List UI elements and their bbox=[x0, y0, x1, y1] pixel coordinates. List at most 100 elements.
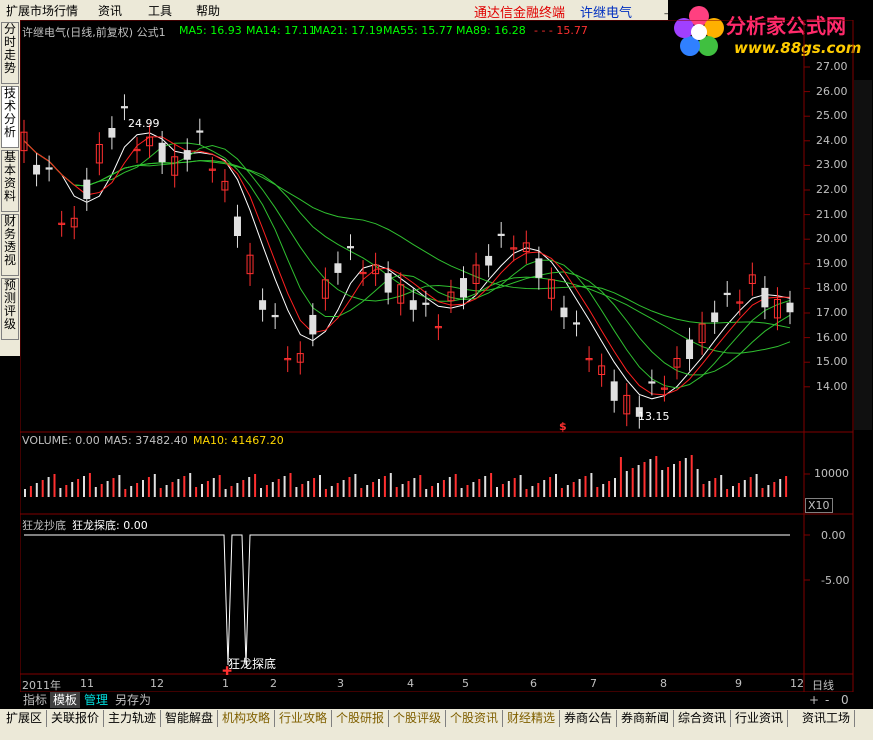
tab-technical[interactable]: 技术分析 bbox=[1, 86, 19, 148]
candlestick bbox=[623, 383, 631, 427]
tab-template[interactable]: 模板 bbox=[50, 692, 81, 708]
volume-bar bbox=[614, 478, 616, 497]
ma89-label: MA89: 16.28 bbox=[456, 24, 526, 37]
volume-bar bbox=[448, 477, 451, 497]
volume-bar bbox=[454, 474, 457, 497]
menu-news[interactable]: 资讯 bbox=[98, 2, 122, 19]
volume-bar bbox=[696, 469, 699, 497]
candlestick bbox=[485, 244, 493, 278]
bottom-nav-item[interactable]: 个股资讯 bbox=[446, 710, 504, 727]
price-axis-tick: 26.00 bbox=[816, 84, 848, 98]
candlestick bbox=[736, 289, 744, 316]
right-scrollbar[interactable] bbox=[854, 80, 872, 430]
volume-unit-badge: X10 bbox=[805, 498, 833, 513]
volume-bar bbox=[236, 483, 239, 497]
candlestick bbox=[246, 242, 254, 286]
bottom-nav-item[interactable]: 关联报价 bbox=[47, 710, 105, 727]
volume-bar bbox=[572, 482, 575, 497]
volume-bar bbox=[673, 464, 675, 497]
indicator-tab-bar: 指标 模板 管理 另存为 + - 0 bbox=[0, 692, 873, 709]
bottom-nav-item[interactable]: 行业资讯 bbox=[731, 710, 789, 727]
volume-bar bbox=[678, 461, 681, 497]
volume-bar bbox=[525, 489, 528, 497]
tab-save-as[interactable]: 另存为 bbox=[112, 692, 154, 708]
menu-extended-market[interactable]: 扩展市场行情 bbox=[6, 2, 78, 19]
volume-bar bbox=[124, 489, 127, 497]
tab-technical-label: 技术分析 bbox=[3, 86, 16, 139]
volume-bar bbox=[566, 485, 569, 497]
bottom-nav-item[interactable]: 扩展区 bbox=[2, 710, 48, 727]
bottom-nav-item[interactable]: 财经精选 bbox=[503, 710, 561, 727]
bottom-nav-item[interactable]: 个股评级 bbox=[389, 710, 447, 727]
tab-financials[interactable]: 财务透视 bbox=[1, 214, 19, 276]
volume-bar bbox=[289, 473, 292, 497]
volume-bar bbox=[242, 480, 245, 497]
bottom-nav-item[interactable]: 券商公告 bbox=[560, 710, 618, 727]
bottom-nav-item[interactable]: 行业攻略 bbox=[275, 710, 333, 727]
bottom-nav-bar: 扩展区 关联报价 主力轨迹 智能解盘 机构攻略 行业攻略 个股研报 个股评级 个股资讯 财经精选券… bbox=[0, 709, 873, 728]
indicator-axis-tick-neg5: -5.00 bbox=[821, 574, 850, 587]
bottom-nav-item[interactable]: 智能解盘 bbox=[161, 710, 219, 727]
tab-financials-label: 财务透视 bbox=[3, 214, 16, 267]
volume-bar bbox=[106, 481, 109, 497]
tab-manage[interactable]: 管理 bbox=[81, 692, 111, 708]
volume-bar bbox=[637, 465, 640, 497]
volume-bar bbox=[271, 482, 274, 497]
volume-bar bbox=[348, 477, 351, 497]
volume-bars bbox=[24, 455, 810, 497]
zoom-reset-button[interactable]: 0 bbox=[838, 692, 852, 708]
volume-bar bbox=[47, 477, 50, 497]
volume-bar bbox=[661, 470, 664, 497]
volume-bar bbox=[584, 476, 587, 497]
zoom-out-button[interactable]: - bbox=[822, 692, 832, 708]
volume-bar bbox=[88, 473, 91, 497]
dollar-mark: $ bbox=[559, 420, 567, 433]
bottom-nav-item[interactable]: 资讯工场 bbox=[798, 710, 856, 727]
volume-bar bbox=[59, 488, 62, 497]
volume-bar bbox=[690, 455, 693, 497]
price-axis-tick: 22.00 bbox=[816, 183, 848, 196]
volume-bar bbox=[248, 477, 251, 497]
candlestick bbox=[397, 272, 405, 316]
volume-bar bbox=[254, 474, 257, 497]
tab-intraday[interactable]: 分时走势 bbox=[1, 22, 19, 84]
volume-bar bbox=[496, 487, 498, 497]
bottom-nav-item[interactable]: 个股研报 bbox=[332, 710, 390, 727]
bottom-nav-item[interactable]: 机构攻略 bbox=[218, 710, 276, 727]
candlestick bbox=[271, 303, 279, 329]
volume-bar bbox=[490, 473, 493, 497]
bottom-nav-item[interactable]: 综合资讯 bbox=[674, 710, 732, 727]
candlestick bbox=[196, 118, 204, 145]
menu-tools[interactable]: 工具 bbox=[148, 2, 172, 19]
ma55-label: MA55: 15.77 bbox=[383, 24, 453, 37]
volume-bar bbox=[83, 476, 85, 497]
volume-bar bbox=[484, 476, 487, 497]
volume-bar bbox=[354, 474, 357, 497]
volume-bar bbox=[136, 483, 139, 497]
menu-help[interactable]: 帮助 bbox=[196, 2, 220, 19]
volume-bar bbox=[24, 489, 26, 497]
tab-indicator[interactable]: 指标 bbox=[20, 692, 50, 708]
bottom-nav-item[interactable]: 券商新闻 bbox=[617, 710, 675, 727]
zoom-in-button[interactable]: + bbox=[806, 692, 822, 708]
candlestick bbox=[221, 169, 229, 203]
ma14-label: MA14: 17.11 bbox=[246, 24, 316, 37]
volume-bar bbox=[53, 474, 56, 497]
volume-bar bbox=[153, 474, 156, 497]
volume-bar bbox=[360, 488, 363, 497]
bottom-nav-item[interactable]: 主力轨迹 bbox=[104, 710, 162, 727]
volume-bar bbox=[531, 486, 534, 497]
volume-bar bbox=[714, 478, 717, 497]
price-axis-tick: 19.00 bbox=[816, 256, 848, 270]
volume-bar bbox=[684, 458, 687, 497]
candlestick bbox=[522, 230, 530, 264]
period-label[interactable]: 日线 bbox=[812, 677, 834, 693]
candlestick bbox=[284, 346, 292, 373]
candlestick bbox=[321, 267, 329, 311]
tab-fundamentals[interactable]: 基本资料 bbox=[1, 150, 19, 212]
volume-bar bbox=[649, 459, 652, 497]
volume-bar bbox=[555, 474, 557, 497]
volume-bar bbox=[307, 481, 310, 497]
tab-forecast[interactable]: 预测评级 bbox=[1, 278, 19, 340]
volume-bar bbox=[560, 488, 563, 497]
